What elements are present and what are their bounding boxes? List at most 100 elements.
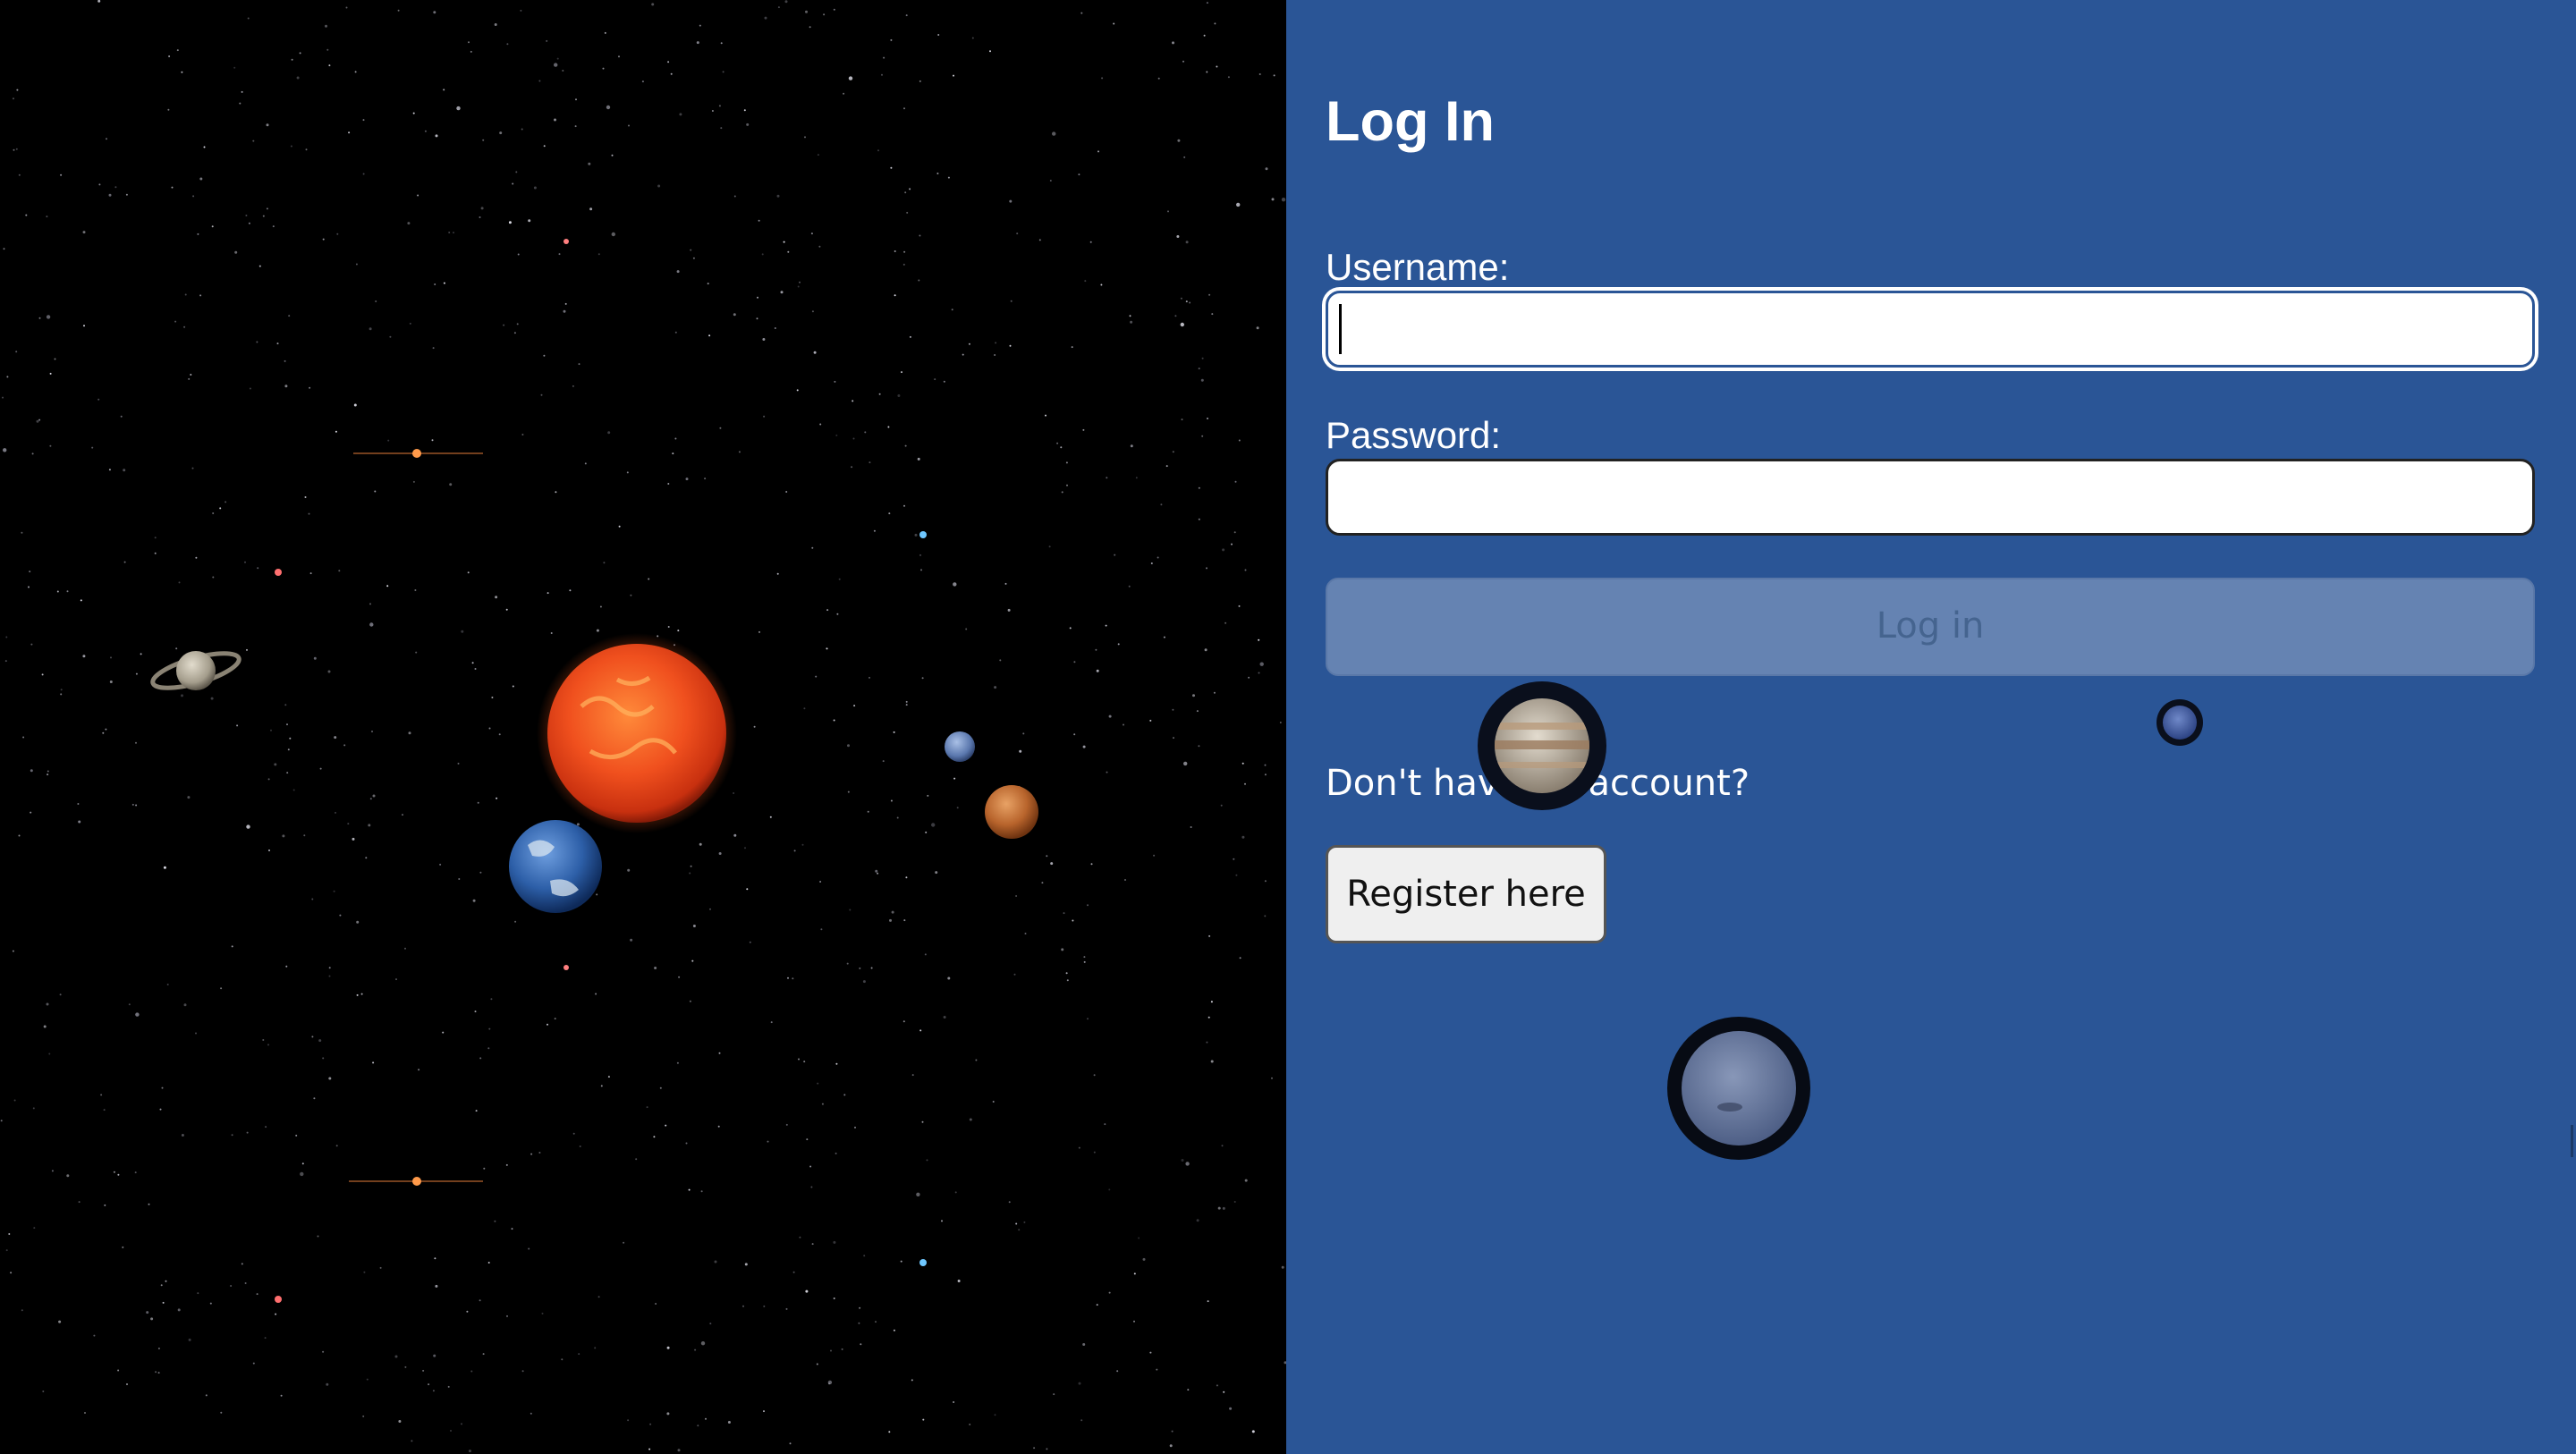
star — [538, 1152, 541, 1154]
star — [578, 363, 580, 366]
star — [491, 697, 494, 698]
star — [623, 1241, 625, 1244]
star — [435, 1284, 438, 1288]
star — [717, 1125, 720, 1128]
star — [562, 70, 564, 72]
star — [816, 1363, 818, 1365]
star — [516, 323, 519, 325]
star — [362, 1415, 365, 1417]
star — [506, 43, 509, 46]
star — [852, 400, 854, 402]
star — [433, 1354, 436, 1357]
star — [927, 794, 929, 797]
star — [211, 225, 214, 228]
star — [916, 1192, 920, 1197]
star — [805, 10, 808, 13]
star — [487, 1047, 490, 1050]
star — [1129, 315, 1131, 317]
star — [488, 1027, 491, 1030]
star — [860, 1343, 862, 1346]
star — [540, 393, 543, 396]
star — [550, 632, 553, 634]
star — [236, 724, 239, 727]
star — [356, 993, 359, 996]
star — [415, 651, 418, 654]
star — [953, 582, 957, 587]
star — [1065, 461, 1068, 464]
star — [708, 334, 711, 337]
star — [1201, 357, 1204, 359]
star — [1239, 957, 1241, 959]
star — [1049, 180, 1052, 182]
star — [676, 1061, 679, 1064]
star — [893, 1329, 895, 1331]
star — [449, 483, 453, 486]
login-button[interactable]: Log in — [1326, 578, 2535, 676]
star — [881, 73, 883, 76]
star — [1180, 322, 1185, 327]
star — [785, 1307, 788, 1310]
star — [282, 834, 285, 838]
star — [1206, 1041, 1208, 1044]
star — [953, 74, 954, 77]
star — [905, 704, 908, 706]
star — [813, 351, 817, 354]
star — [674, 331, 677, 334]
username-field[interactable] — [1326, 291, 2535, 368]
star — [1248, 676, 1250, 679]
star — [328, 967, 331, 969]
star — [417, 194, 419, 197]
star — [1097, 150, 1099, 153]
star — [1210, 1001, 1213, 1003]
star — [1056, 442, 1059, 444]
star — [688, 1188, 691, 1191]
star — [1100, 283, 1103, 286]
star — [749, 941, 751, 943]
star — [335, 1145, 338, 1147]
star — [1201, 435, 1204, 437]
star — [888, 512, 891, 515]
star — [117, 1173, 120, 1176]
star — [1090, 863, 1093, 866]
star — [709, 908, 711, 910]
star — [43, 1025, 47, 1028]
star — [1185, 241, 1189, 244]
star — [123, 469, 126, 472]
star — [140, 653, 142, 655]
star — [903, 250, 906, 253]
star — [793, 850, 796, 852]
star — [1208, 934, 1211, 937]
star — [1108, 1291, 1111, 1294]
star — [181, 694, 183, 697]
star — [178, 581, 181, 584]
star — [744, 847, 746, 850]
star — [1050, 862, 1054, 866]
star — [369, 622, 374, 627]
star — [219, 507, 222, 510]
star — [394, 1355, 398, 1358]
star — [299, 52, 301, 55]
star — [677, 630, 680, 632]
star — [1244, 782, 1246, 785]
star — [911, 1074, 914, 1077]
star — [626, 471, 629, 474]
star — [134, 1171, 137, 1174]
star — [887, 426, 890, 428]
star — [1244, 569, 1247, 571]
star — [265, 1126, 267, 1129]
star — [764, 16, 767, 20]
register-button[interactable]: Register here — [1326, 845, 1606, 943]
star — [517, 253, 520, 256]
star — [1206, 2, 1208, 4]
star — [97, 398, 100, 401]
star — [648, 578, 650, 580]
star — [91, 446, 94, 449]
password-field[interactable] — [1326, 459, 2535, 536]
star — [5, 636, 8, 638]
star — [943, 1016, 946, 1019]
star — [935, 871, 938, 875]
star — [333, 890, 335, 892]
star — [174, 320, 177, 323]
star — [833, 1298, 835, 1299]
star — [1185, 1162, 1190, 1166]
